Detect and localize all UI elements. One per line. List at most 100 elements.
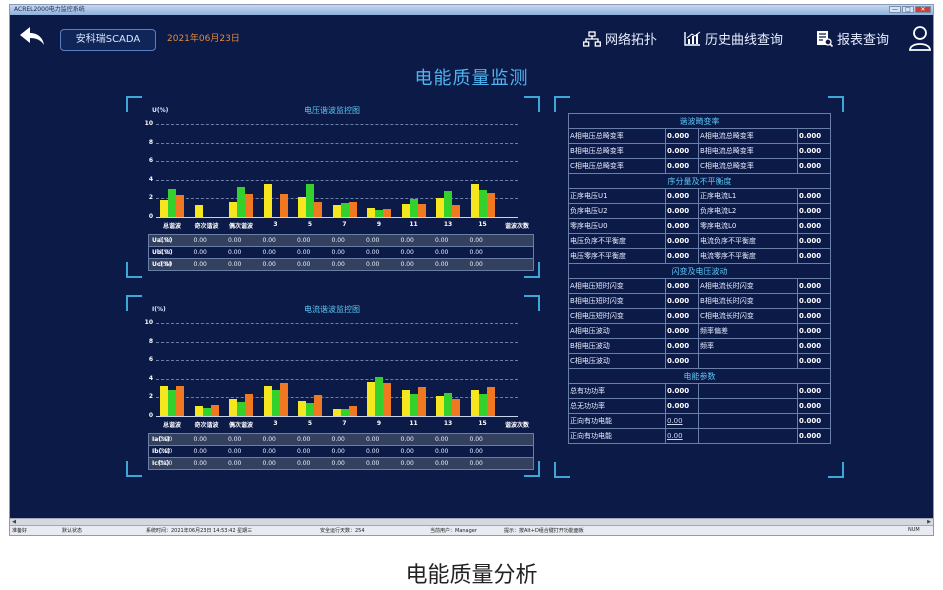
frame-corner [554,462,570,478]
current-row-value: 0.00 [366,436,380,443]
frame-corner [524,96,540,112]
current-row-value: 0.00 [331,460,345,467]
status-ready: 准备好 [12,528,28,534]
section-title: 电能参数 [568,368,831,384]
param-label: A相电压短时闪变 [568,278,666,294]
current-bar [436,395,444,416]
param-label: A相电流总畸变率 [698,128,798,144]
x-category-label: 7 [342,221,347,228]
param-label [698,398,798,414]
voltage-row-value: 0.00 [469,249,483,256]
brand-button[interactable]: 安科瑞SCADA [60,29,156,51]
param-value: 0.000 [797,233,831,249]
param-label: A相电压总畸变率 [568,128,666,144]
param-value: 0.00 [665,428,699,444]
voltage-bar [348,202,357,217]
current-bar [202,407,211,416]
param-value: 0.000 [797,278,831,294]
current-row-value: 0.00 [262,460,276,467]
param-label: 频率偏差 [698,323,798,339]
param-value: 0.000 [797,218,831,234]
back-arrow-icon[interactable] [18,25,46,47]
param-value: 0.000 [665,383,699,399]
voltage-bar [160,200,168,217]
voltage-row-value: 0.00 [262,249,276,256]
frame-corner [126,96,142,112]
current-row-value: 0.00 [228,436,242,443]
param-value: 0.000 [797,308,831,324]
current-row-value: 0.00 [400,436,414,443]
param-value: 0.000 [797,143,831,159]
param-label: C相电流总畸变率 [698,158,798,174]
nav-network-topology[interactable]: 网络拓扑 [583,29,657,48]
param-row: 正向有功电能 0.00 0.000 [568,413,831,429]
current-bar [237,402,245,416]
nav-report-query[interactable]: 报表查询 [816,29,889,48]
param-label: 负序电压U2 [568,203,666,219]
param-value: 0.000 [665,353,699,369]
gridline [156,323,518,324]
close-button[interactable]: ✕ [915,6,931,13]
param-label: 正序电压U1 [568,188,666,204]
gridline [156,378,518,380]
voltage-bar [194,204,203,217]
voltage-bar [452,204,460,217]
section-title: 序分量及不平衡度 [568,173,831,189]
param-row: A相电压总畸变率 0.000 A相电流总畸变率 0.000 [568,128,831,144]
voltage-row-value: 0.00 [228,261,242,268]
voltage-bar [383,208,391,217]
y-tick-label: 2 [148,194,153,202]
current-row-value: 0.00 [193,436,207,443]
voltage-row-value: 0.00 [400,249,414,256]
current-bar [383,383,391,416]
param-value: 0.000 [665,248,699,264]
voltage-row-value: 0.00 [331,249,345,256]
x-category-label: 偶次谐波 [228,223,253,230]
user-icon[interactable] [908,25,932,51]
param-label: C相电流长时闪变 [698,308,798,324]
voltage-row-value: 0.00 [297,237,311,244]
x-category-label: 总谐波 [162,422,181,429]
x-category-label: 11 [409,221,418,228]
x-category-label: 5 [307,420,313,427]
section-header-row: 序分量及不平衡度 [568,173,831,189]
current-harmonic-panel: 电流谐波监控图 I(%) 10 8 6 4 2 0 总谐波 奇次谐波 偶次谐波 3 5 7 9 11 13 1… [126,295,540,477]
x-category-label: 15 [478,221,487,228]
frame-corner [554,96,570,112]
param-row: 电压负序不平衡度 0.000 电流负序不平衡度 0.000 [568,233,831,249]
param-value: 0.000 [797,128,831,144]
voltage-row-value: 0.00 [366,261,380,268]
current-bar [279,382,288,416]
param-label: 正序电流L1 [698,188,798,204]
param-label: 零序电流L0 [698,218,798,234]
gridline [156,179,518,181]
param-value: 0.000 [665,203,699,219]
param-label: B相电压总畸变率 [568,143,666,159]
y-tick-label: 8 [148,337,153,345]
maximize-button[interactable]: □ [902,6,914,13]
current-bar [348,405,357,416]
current-row-value: 0.00 [262,448,276,455]
minimize-button[interactable]: — [889,6,901,13]
voltage-row-value: 0.00 [193,261,207,268]
status-num: NUM [908,527,920,533]
param-row: C相电压波动 0.000 0.000 [568,353,831,369]
param-value: 0.000 [797,428,831,444]
param-value: 0.000 [797,293,831,309]
voltage-row-value: 0.00 [262,261,276,268]
voltage-row-value: 0.00 [297,249,311,256]
param-row: 总有功功率 0.000 0.000 [568,383,831,399]
voltage-bar [478,190,487,217]
current-bar [486,387,495,416]
current-row-value: 0.00 [366,460,380,467]
voltage-values-row: Uc(%) 0.00 0.00 0.00 0.00 0.00 0.00 0.00 0.00 0.0… [148,258,534,271]
current-row-value: 0.00 [331,436,345,443]
x-category-label: 奇次谐波 [194,422,219,429]
nav-history-curve[interactable]: 历史曲线查询 [684,29,783,48]
current-bar [160,386,168,416]
param-value: 0.000 [665,338,699,354]
current-row-value: 0.00 [228,460,242,467]
current-row-value: 0.00 [400,448,414,455]
param-label: C相电压短时闪变 [568,308,666,324]
current-row-value: 0.00 [193,448,207,455]
